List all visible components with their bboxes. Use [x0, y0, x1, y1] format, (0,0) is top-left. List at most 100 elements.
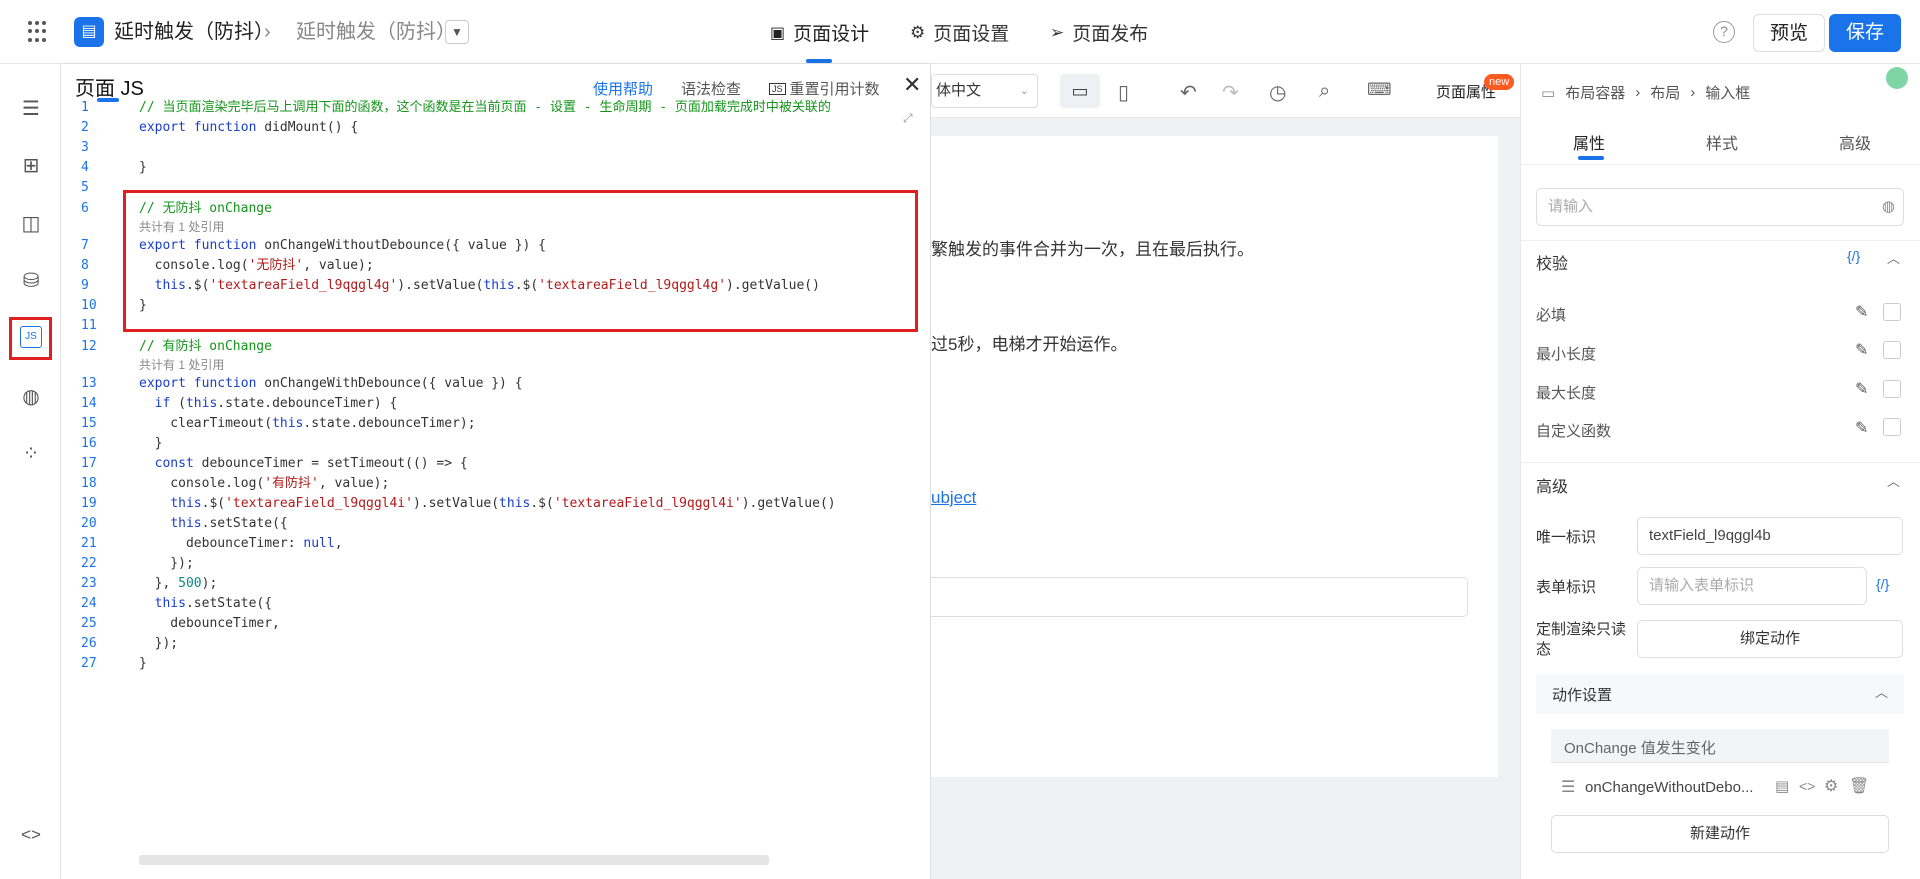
- line-number: 12: [81, 339, 97, 354]
- expand-icon[interactable]: ⤢: [903, 111, 913, 126]
- form-id-input[interactable]: 请输入表单标识: [1637, 567, 1867, 605]
- divider: [1521, 164, 1920, 165]
- line-number: 13: [81, 376, 97, 391]
- app-logo-icon: ▤: [74, 17, 104, 47]
- tab-label: 页面发布: [1072, 24, 1149, 45]
- breadcrumb-item[interactable]: 布局: [1650, 82, 1680, 103]
- reset-ref-count-button[interactable]: JS 重置引用计数: [769, 78, 880, 99]
- edit-icon[interactable]: ✎: [1855, 379, 1868, 399]
- breadcrumb-item[interactable]: 输入框: [1705, 82, 1750, 103]
- chevron-up-icon[interactable]: ︿: [1887, 248, 1900, 267]
- new-badge: new: [1484, 74, 1515, 90]
- js-file-icon: JS: [769, 82, 786, 95]
- tab-page-design[interactable]: ▣ 页面设计: [770, 19, 869, 46]
- components-icon[interactable]: ⊞: [18, 153, 44, 179]
- trash-icon[interactable]: 🗑: [1849, 776, 1869, 796]
- language-select[interactable]: 体中文 ⌄: [931, 74, 1038, 108]
- horizontal-scrollbar[interactable]: [139, 855, 769, 865]
- handler-name[interactable]: onChangeWithoutDebo...: [1585, 779, 1753, 796]
- desktop-view-button[interactable]: ▭: [1060, 74, 1100, 108]
- line-number: 21: [81, 536, 97, 551]
- code-text: this.setState({: [154, 596, 273, 611]
- line-number: 9: [81, 278, 89, 293]
- page-dropdown-button[interactable]: ▼: [445, 20, 469, 44]
- right-tab-indicator: [1578, 156, 1604, 160]
- keyboard-icon[interactable]: ⌨: [1367, 80, 1392, 100]
- canvas-input-field[interactable]: [931, 577, 1468, 617]
- undo-icon[interactable]: ↶: [1180, 80, 1197, 105]
- file-icon[interactable]: ▤: [1775, 777, 1789, 795]
- status-dot: [1886, 67, 1908, 89]
- help-icon[interactable]: ?: [1713, 21, 1735, 43]
- unique-id-input[interactable]: textField_l9qggl4b: [1637, 517, 1903, 555]
- divider: [1521, 462, 1920, 463]
- preview-button[interactable]: 预览: [1753, 14, 1825, 52]
- line-number: 19: [81, 496, 97, 511]
- rule-custom-fn-label: 自定义函数: [1536, 423, 1612, 440]
- rule-custom-fn-checkbox[interactable]: [1883, 418, 1901, 436]
- form-id-code-toggle[interactable]: {/}: [1876, 576, 1889, 592]
- bind-action-button[interactable]: 绑定动作: [1637, 620, 1903, 658]
- mobile-view-icon[interactable]: ▯: [1118, 80, 1129, 105]
- event-label: OnChange 值发生变化: [1564, 740, 1716, 757]
- chevron-up-icon[interactable]: ︿: [1875, 682, 1888, 701]
- top-input[interactable]: 请输入 ◍: [1536, 188, 1904, 226]
- chevron-up-icon[interactable]: ︿: [1887, 471, 1900, 490]
- rule-min-length-checkbox[interactable]: [1883, 341, 1901, 359]
- code-text: });: [139, 636, 179, 651]
- layout-icon: ▣: [770, 24, 786, 42]
- advanced-section-title: 高级: [1536, 479, 1569, 496]
- code-text: // 有防抖 onChange: [139, 339, 272, 354]
- rule-required-checkbox[interactable]: [1883, 303, 1901, 321]
- app-grid-icon[interactable]: [28, 21, 50, 43]
- code-text: export function onChangeWithDebounce({ v…: [139, 376, 523, 391]
- drag-handle-icon[interactable]: ☰: [1561, 777, 1575, 797]
- action-settings-title: 动作设置: [1552, 687, 1613, 704]
- help-link[interactable]: 使用帮助: [593, 78, 653, 99]
- code-text: }, 500);: [139, 576, 218, 591]
- tab-properties[interactable]: 属性: [1573, 130, 1605, 154]
- plugins-icon[interactable]: ⁘: [18, 441, 44, 467]
- breadcrumb-separator-icon: ›: [264, 21, 271, 43]
- datasource-icon[interactable]: ⛁: [18, 268, 44, 294]
- redo-icon[interactable]: ↷: [1222, 80, 1239, 105]
- line-number: 6: [81, 201, 89, 216]
- chevron-down-icon: ⌄: [1019, 85, 1029, 97]
- template-icon[interactable]: ◫: [18, 211, 44, 237]
- code-icon[interactable]: <>: [18, 822, 44, 848]
- breadcrumb-page[interactable]: 延时触发（防抖）: [296, 20, 456, 44]
- container-icon: ▭: [1541, 84, 1556, 102]
- rule-min-length-label: 最小长度: [1536, 346, 1597, 363]
- js-icon[interactable]: JS: [20, 326, 42, 348]
- canvas-link[interactable]: ubject: [931, 488, 976, 508]
- tab-advanced[interactable]: 高级: [1839, 130, 1871, 154]
- rule-max-length-checkbox[interactable]: [1883, 380, 1901, 398]
- code-text: this.setState({: [170, 516, 288, 531]
- rule-max-length-label: 最大长度: [1536, 385, 1597, 402]
- lint-button[interactable]: 语法检查: [681, 78, 741, 99]
- gear-icon[interactable]: ⚙: [1824, 776, 1838, 796]
- canvas-text-1: 繁触发的事件合并为一次，且在最后执行。: [931, 240, 1254, 259]
- top-input-placeholder: 请输入: [1548, 198, 1594, 215]
- validation-section-title: 校验: [1536, 256, 1569, 273]
- tab-page-publish[interactable]: ➢ 页面发布: [1050, 19, 1148, 46]
- edit-icon[interactable]: ✎: [1855, 418, 1868, 438]
- breadcrumb-item[interactable]: 布局容器: [1565, 82, 1625, 103]
- validation-code-toggle[interactable]: {/}: [1847, 248, 1860, 264]
- edit-icon[interactable]: ✎: [1855, 340, 1868, 360]
- globe-icon[interactable]: ◍: [18, 384, 44, 410]
- close-icon[interactable]: ✕: [903, 72, 921, 98]
- line-number: 4: [81, 160, 89, 175]
- new-action-button[interactable]: 新建动作: [1551, 815, 1889, 853]
- tab-style[interactable]: 样式: [1706, 130, 1738, 154]
- code-text: console.log('有防抖', value);: [139, 476, 390, 491]
- code-icon[interactable]: <>: [1799, 778, 1815, 794]
- edit-icon[interactable]: ✎: [1855, 302, 1868, 322]
- form-id-label: 表单标识: [1536, 579, 1597, 596]
- search-icon[interactable]: ⌕: [1319, 80, 1330, 103]
- tab-page-settings[interactable]: ⚙ 页面设置: [910, 19, 1009, 46]
- history-icon[interactable]: ◷: [1269, 80, 1286, 105]
- js-panel-title: 页面 JS: [75, 78, 144, 100]
- save-button[interactable]: 保存: [1829, 14, 1901, 52]
- outline-icon[interactable]: ☰: [18, 96, 44, 122]
